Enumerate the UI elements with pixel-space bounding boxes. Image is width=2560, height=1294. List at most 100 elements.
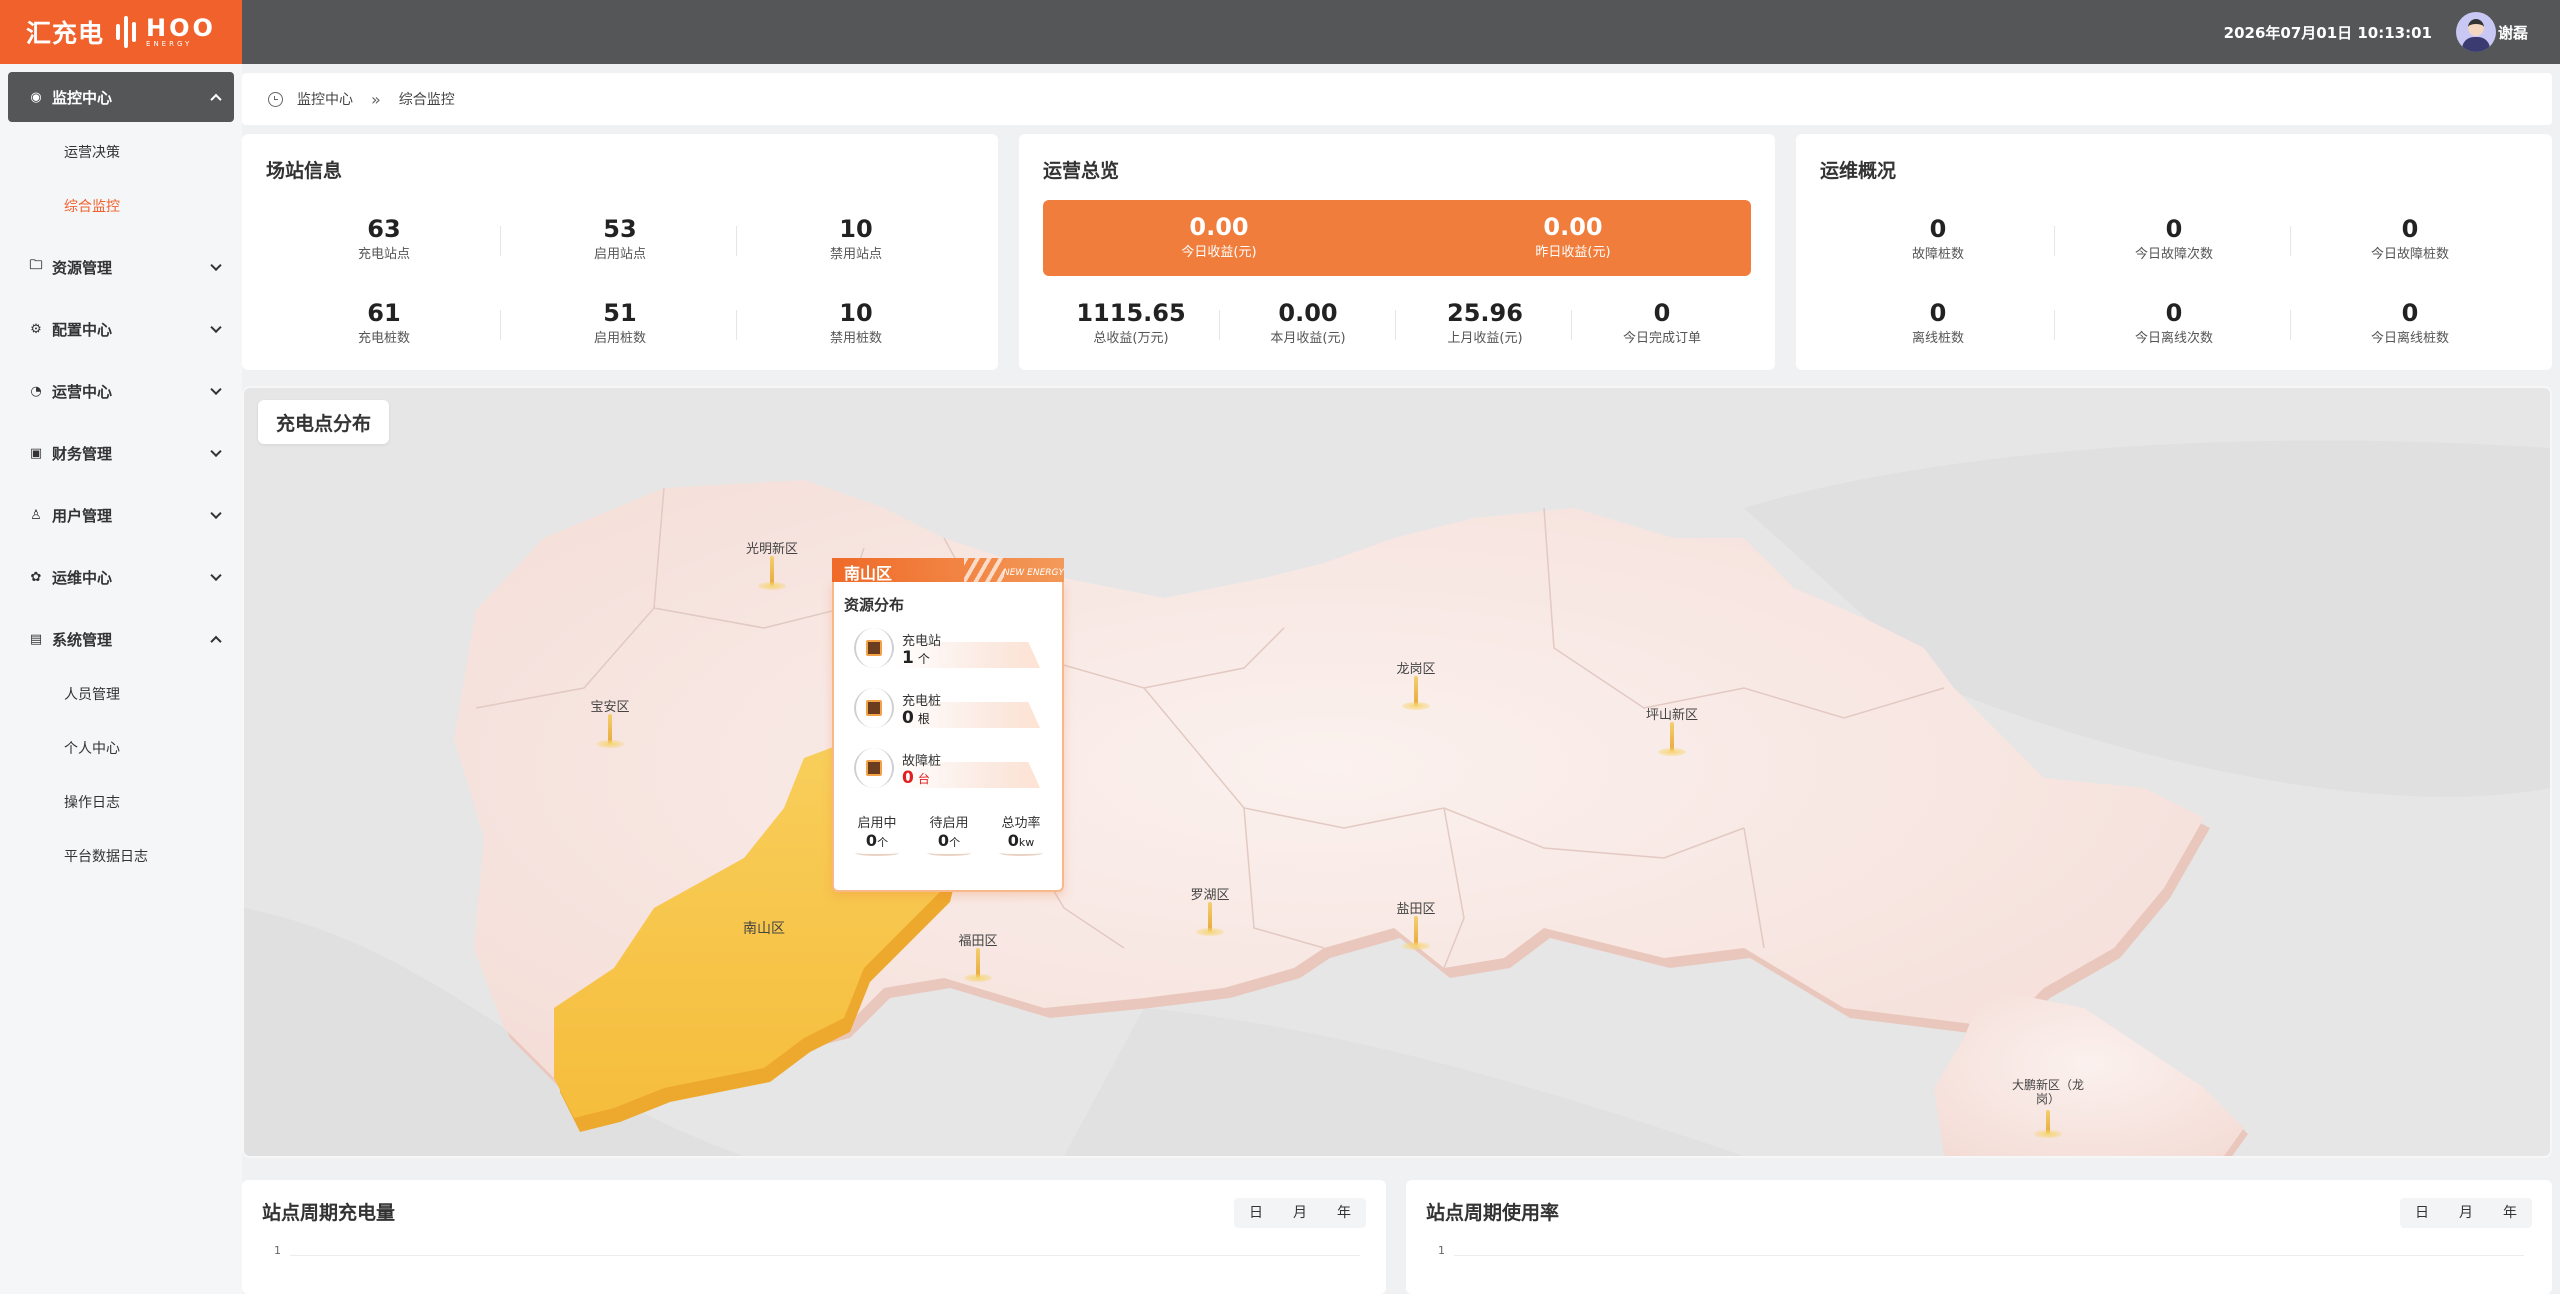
- menu-label: 配置中心: [52, 320, 113, 339]
- submenu-platform-data-log[interactable]: 平台数据日志: [64, 846, 148, 866]
- stat-today-orders: 0 今日完成订单: [1622, 299, 1701, 346]
- menu-label: 系统管理: [52, 630, 113, 649]
- menu-user-management[interactable]: ♙ 用户管理: [8, 495, 234, 535]
- popup-stat-pending: 待启用 0个: [914, 812, 984, 856]
- period-selector: 日 月 年: [1234, 1198, 1366, 1228]
- divider: [2290, 226, 2291, 256]
- district-label-pingshan[interactable]: 坪山新区: [1646, 704, 1698, 723]
- station-info-card: 场站信息 63 充电站点 53 启用站点 10 禁用站点 61 充电桩数 51 启用桩数 …: [242, 134, 998, 370]
- menu-monitor-center[interactable]: ◉ 监控中心: [8, 72, 234, 122]
- stat-enabled-stations: 53 启用站点: [593, 215, 646, 262]
- submenu-operation-decision[interactable]: 运营决策: [64, 142, 120, 162]
- menu-maintenance-center[interactable]: ✿ 运维中心: [8, 557, 234, 597]
- popup-row-stations: 充电站 1个: [854, 622, 1054, 672]
- district-label-luohu[interactable]: 罗湖区: [1190, 884, 1229, 903]
- district-label-guangming[interactable]: 光明新区: [746, 538, 798, 557]
- username[interactable]: 谢磊: [2498, 22, 2528, 43]
- divider: [736, 310, 737, 340]
- district-label-dapeng[interactable]: 大鹏新区（龙岗）: [2010, 1078, 2086, 1106]
- submenu-comprehensive-monitor[interactable]: 综合监控: [64, 196, 120, 216]
- system-icon: ▤: [29, 631, 43, 647]
- card-title: 站点周期充电量: [262, 1202, 396, 1224]
- finance-icon: ▣: [29, 445, 43, 461]
- district-label-longgang[interactable]: 龙岗区: [1396, 658, 1435, 677]
- stat-disabled-piles: 10 禁用桩数: [829, 299, 882, 346]
- brand-logo[interactable]: 汇充电 HOO ENERGY: [0, 0, 242, 64]
- period-year-button[interactable]: 年: [2488, 1198, 2532, 1228]
- popup-district-name: 南山区: [844, 564, 893, 583]
- period-month-button[interactable]: 月: [2444, 1198, 2488, 1228]
- charging-point-map[interactable]: 充电点分布 光明新区 宝安区 龙岗区 坪山新区 罗湖区 盐田区 福田区 大鹏新区…: [242, 386, 2552, 1158]
- district-label-baoan[interactable]: 宝安区: [590, 696, 629, 715]
- stat-pile-count: 61 充电桩数: [357, 299, 410, 346]
- popup-stat-active: 启用中 0个: [842, 812, 912, 856]
- stat-today-offline-piles: 0 今日离线桩数: [2370, 299, 2449, 346]
- user-icon: ♙: [30, 507, 42, 523]
- menu-operation-center[interactable]: ◔ 运营中心: [8, 371, 234, 411]
- card-title: 场站信息: [266, 160, 343, 182]
- chevron-down-icon: [210, 259, 222, 272]
- chevron-down-icon: [210, 445, 222, 458]
- menu-finance-management[interactable]: ▣ 财务管理: [8, 433, 234, 473]
- stat-today-fault-count: 0 今日故障次数: [2134, 215, 2213, 262]
- revenue-highlight: 0.00 今日收益(元) 0.00 昨日收益(元): [1043, 200, 1751, 276]
- row-value: 0台: [902, 768, 930, 788]
- row-label: 充电站: [902, 634, 942, 649]
- popup-row-piles: 充电桩 0根: [854, 682, 1054, 732]
- row-value: 0根: [902, 708, 930, 728]
- charging-pile-icon: [866, 700, 882, 716]
- divider: [2054, 310, 2055, 340]
- fault-pile-icon: [866, 760, 882, 776]
- menu-system-management[interactable]: ▤ 系统管理: [8, 619, 234, 659]
- menu-label: 用户管理: [52, 506, 113, 525]
- user-avatar[interactable]: [2456, 12, 2496, 52]
- stat-fault-piles: 0 故障桩数: [1911, 215, 1964, 262]
- breadcrumb: 监控中心 » 综合监控: [242, 73, 2552, 125]
- divider: [500, 310, 501, 340]
- pin-base: [1402, 702, 1430, 710]
- logo-bars-icon: [116, 14, 137, 50]
- period-year-button[interactable]: 年: [1322, 1198, 1366, 1228]
- grid-line: [1454, 1255, 2524, 1256]
- stat-enabled-piles: 51 启用桩数: [593, 299, 646, 346]
- popup-row-fault-piles: 故障桩 0台: [854, 742, 1054, 792]
- clock-icon: [268, 91, 283, 107]
- period-day-button[interactable]: 日: [1234, 1198, 1278, 1228]
- menu-label: 资源管理: [52, 258, 113, 277]
- district-label-futian[interactable]: 福田区: [958, 930, 997, 949]
- period-selector: 日 月 年: [2400, 1198, 2532, 1228]
- station-charge-chart-card: 站点周期充电量 日 月 年 1: [242, 1180, 1386, 1294]
- stat-total-revenue: 1115.65 总收益(万元): [1076, 299, 1186, 346]
- menu-label: 运维中心: [52, 568, 113, 587]
- menu-config-center[interactable]: ⚙ 配置中心: [8, 309, 234, 349]
- current-datetime: 2026年07月01日 10:13:01: [2223, 24, 2432, 42]
- district-map[interactable]: [244, 388, 2550, 1156]
- menu-label: 运营中心: [52, 382, 113, 401]
- submenu-personal-center[interactable]: 个人中心: [64, 738, 120, 758]
- popup-stat-total-power: 总功率 0kw: [986, 812, 1056, 856]
- pin-base: [1402, 942, 1430, 950]
- maintenance-icon: ✿: [30, 569, 42, 585]
- district-label-yantian[interactable]: 盐田区: [1396, 898, 1435, 917]
- breadcrumb-root[interactable]: 监控中心: [297, 89, 353, 109]
- pin-base: [596, 740, 624, 748]
- map-title: 充电点分布: [258, 400, 390, 444]
- logo-text-cn: 汇充电: [26, 19, 105, 48]
- divider: [1395, 310, 1396, 340]
- pie-chart-icon: ◔: [30, 383, 42, 399]
- y-axis-tick: 1: [1438, 1244, 1445, 1257]
- chevron-down-icon: [210, 569, 222, 582]
- submenu-staff-management[interactable]: 人员管理: [64, 684, 120, 704]
- stat-today-fault-piles: 0 今日故障桩数: [2370, 215, 2449, 262]
- pin-base: [2034, 1130, 2062, 1138]
- menu-resource-management[interactable]: 🗀 资源管理: [8, 247, 234, 287]
- station-usage-chart-card: 站点周期使用率 日 月 年 1: [1406, 1180, 2552, 1294]
- folder-icon: 🗀: [29, 258, 43, 273]
- period-month-button[interactable]: 月: [1278, 1198, 1322, 1228]
- card-title: 运营总览: [1043, 160, 1120, 182]
- chevron-down-icon: [210, 321, 222, 334]
- popup-subtitle: 资源分布: [844, 596, 905, 614]
- period-day-button[interactable]: 日: [2400, 1198, 2444, 1228]
- submenu-operation-log[interactable]: 操作日志: [64, 792, 120, 812]
- district-label-nanshan[interactable]: 南山区: [743, 918, 785, 938]
